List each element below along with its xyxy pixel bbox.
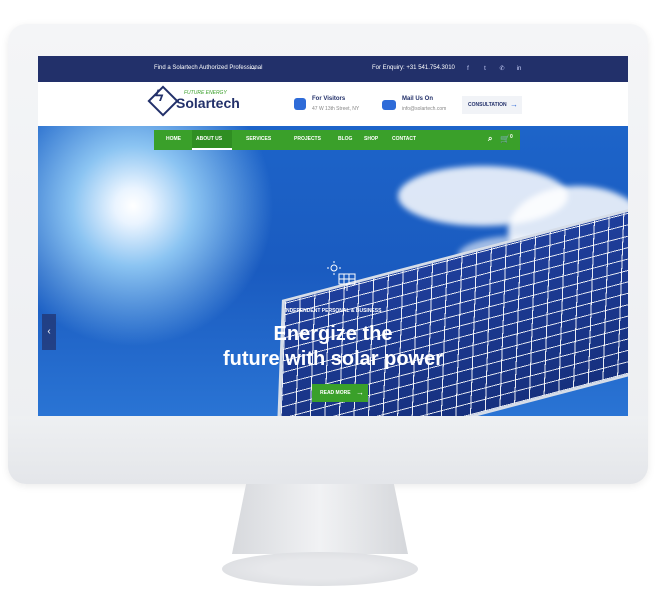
arrow-right-icon: → [248, 62, 258, 73]
consultation-label: CONSULTATION [468, 102, 507, 108]
solar-panel-icon [327, 261, 356, 291]
skype-icon[interactable]: ✆ [496, 63, 508, 75]
top-bar: Find a Solartech Authorized Professional… [38, 56, 628, 82]
facebook-icon[interactable]: f [462, 63, 474, 75]
find-professional-link[interactable]: Find a Solartech Authorized Professional [154, 65, 262, 71]
mail-title: Mail Us On [402, 96, 434, 102]
location-pin-icon [294, 98, 306, 110]
arrow-right-icon: → [356, 388, 364, 397]
site-header: ϟ FUTURE ENERGY Solartech For Visitors 4… [38, 82, 628, 126]
mail-address[interactable]: info@solartech.com [402, 106, 446, 112]
search-icon[interactable]: ⌕ [488, 134, 492, 144]
consultation-button[interactable]: CONSULTATION → [462, 96, 522, 114]
read-more-label: READ MORE [320, 390, 351, 396]
read-more-button[interactable]: READ MORE → [312, 384, 368, 402]
bolt-icon: ϟ [155, 88, 164, 105]
monitor-stand-neck [232, 484, 408, 554]
nav-about-us[interactable]: ABOUT US [196, 136, 222, 142]
nav-home[interactable]: HOME [166, 136, 181, 142]
nav-contact[interactable]: CONTACT [392, 136, 416, 142]
slider-prev-button[interactable]: ‹ [42, 314, 56, 350]
linkedin-icon[interactable]: in [513, 63, 525, 75]
nav-shop[interactable]: SHOP [364, 136, 378, 142]
website-screen: Find a Solartech Authorized Professional… [38, 56, 628, 416]
hero-kicker: INDEPENDENT PERSONAL & BUSINESS [284, 308, 382, 314]
cart-icon[interactable]: 🛒0 [500, 134, 513, 144]
arrow-right-icon: → [510, 100, 518, 109]
main-nav: HOME ABOUT US SERVICES PROJECTS BLOG SHO… [154, 130, 520, 150]
nav-active-underline [192, 148, 232, 150]
nav-projects[interactable]: PROJECTS [294, 136, 321, 142]
twitter-icon[interactable]: t [479, 63, 491, 75]
hero-title-line2: future with solar power [222, 348, 444, 370]
hero-title: Energize the future with solar power [38, 322, 628, 372]
visitors-address: 47 W 13th Street, NY [312, 106, 360, 112]
mail-icon [382, 100, 396, 110]
logo-name[interactable]: Solartech [176, 95, 240, 111]
enquiry-phone[interactable]: For Enquiry: +31 541.754.3010 [372, 65, 455, 71]
hero-title-line1: Energize the [273, 323, 393, 345]
nav-blog[interactable]: BLOG [338, 136, 352, 142]
monitor-chin [8, 416, 648, 484]
hero-banner: INDEPENDENT PERSONAL & BUSINESS Energize… [38, 126, 628, 416]
nav-services[interactable]: SERVICES [246, 136, 271, 142]
monitor-stand-foot [222, 552, 418, 586]
cart-count: 0 [509, 134, 513, 140]
visitors-title: For Visitors [312, 96, 346, 102]
